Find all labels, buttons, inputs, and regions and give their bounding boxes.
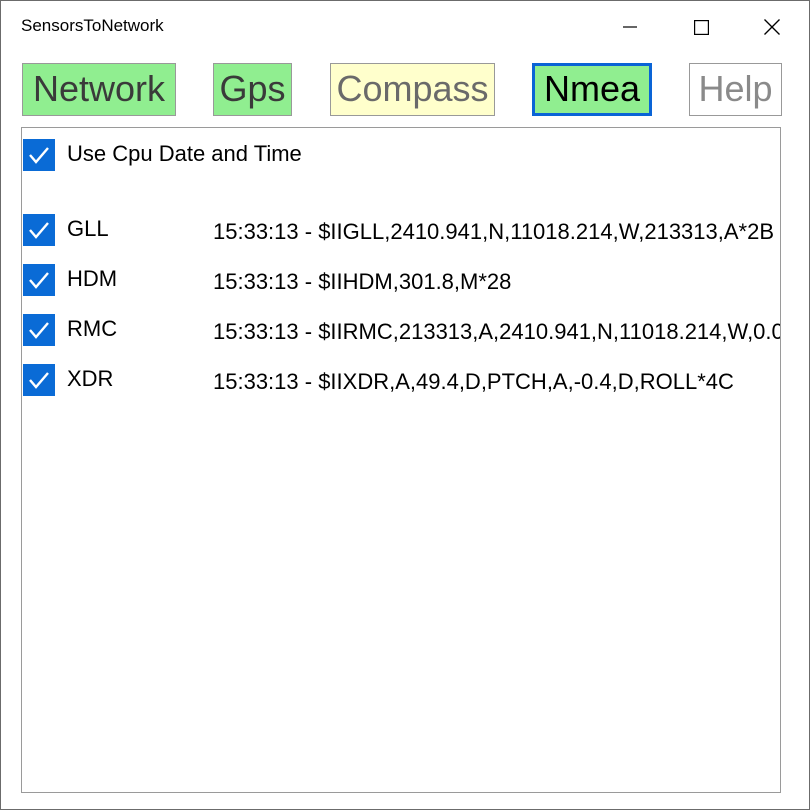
checkmark-icon	[29, 272, 49, 289]
tab-compass[interactable]: Compass	[330, 63, 495, 116]
close-button[interactable]	[749, 1, 795, 53]
xdr-sentence: 15:33:13 - $IIXDR,A,49.4,D,PTCH,A,-0.4,D…	[213, 369, 734, 394]
gll-sentence: 15:33:13 - $IIGLL,2410.941,N,11018.214,W…	[213, 219, 775, 244]
gll-checkbox[interactable]	[23, 214, 55, 246]
tab-network[interactable]: Network	[22, 63, 176, 116]
tab-gps[interactable]: Gps	[213, 63, 292, 116]
use-cpu-time-label: Use Cpu Date and Time	[67, 141, 302, 166]
checkmark-icon	[29, 147, 49, 164]
hdm-label: HDM	[67, 266, 118, 291]
nmea-panel: Use Cpu Date and Time GLL 15:33:13 - $II…	[21, 127, 781, 793]
app-window: SensorsToNetwork Network Gps Compass Nme…	[0, 0, 810, 810]
checkmark-icon	[29, 372, 49, 389]
minimize-button[interactable]	[607, 1, 653, 53]
use-cpu-time-checkbox[interactable]	[23, 139, 55, 171]
maximize-button[interactable]	[678, 1, 724, 53]
window-title: SensorsToNetwork	[21, 16, 164, 35]
title-bar[interactable]: SensorsToNetwork	[1, 1, 809, 53]
xdr-checkbox[interactable]	[23, 364, 55, 396]
tab-help[interactable]: Help	[689, 63, 782, 116]
checkmark-icon	[29, 222, 49, 239]
minimize-icon	[623, 26, 637, 28]
rmc-checkbox[interactable]	[23, 314, 55, 346]
rmc-label: RMC	[67, 316, 118, 341]
tab-nmea[interactable]: Nmea	[532, 63, 652, 116]
xdr-label: XDR	[67, 366, 114, 391]
close-icon	[764, 19, 780, 35]
maximize-icon	[693, 19, 709, 35]
rmc-sentence: 15:33:13 - $IIRMC,213313,A,2410.941,N,11…	[213, 319, 781, 344]
checkmark-icon	[29, 322, 49, 339]
hdm-checkbox[interactable]	[23, 264, 55, 296]
hdm-sentence: 15:33:13 - $IIHDM,301.8,M*28	[213, 269, 512, 294]
gll-label: GLL	[67, 216, 109, 241]
